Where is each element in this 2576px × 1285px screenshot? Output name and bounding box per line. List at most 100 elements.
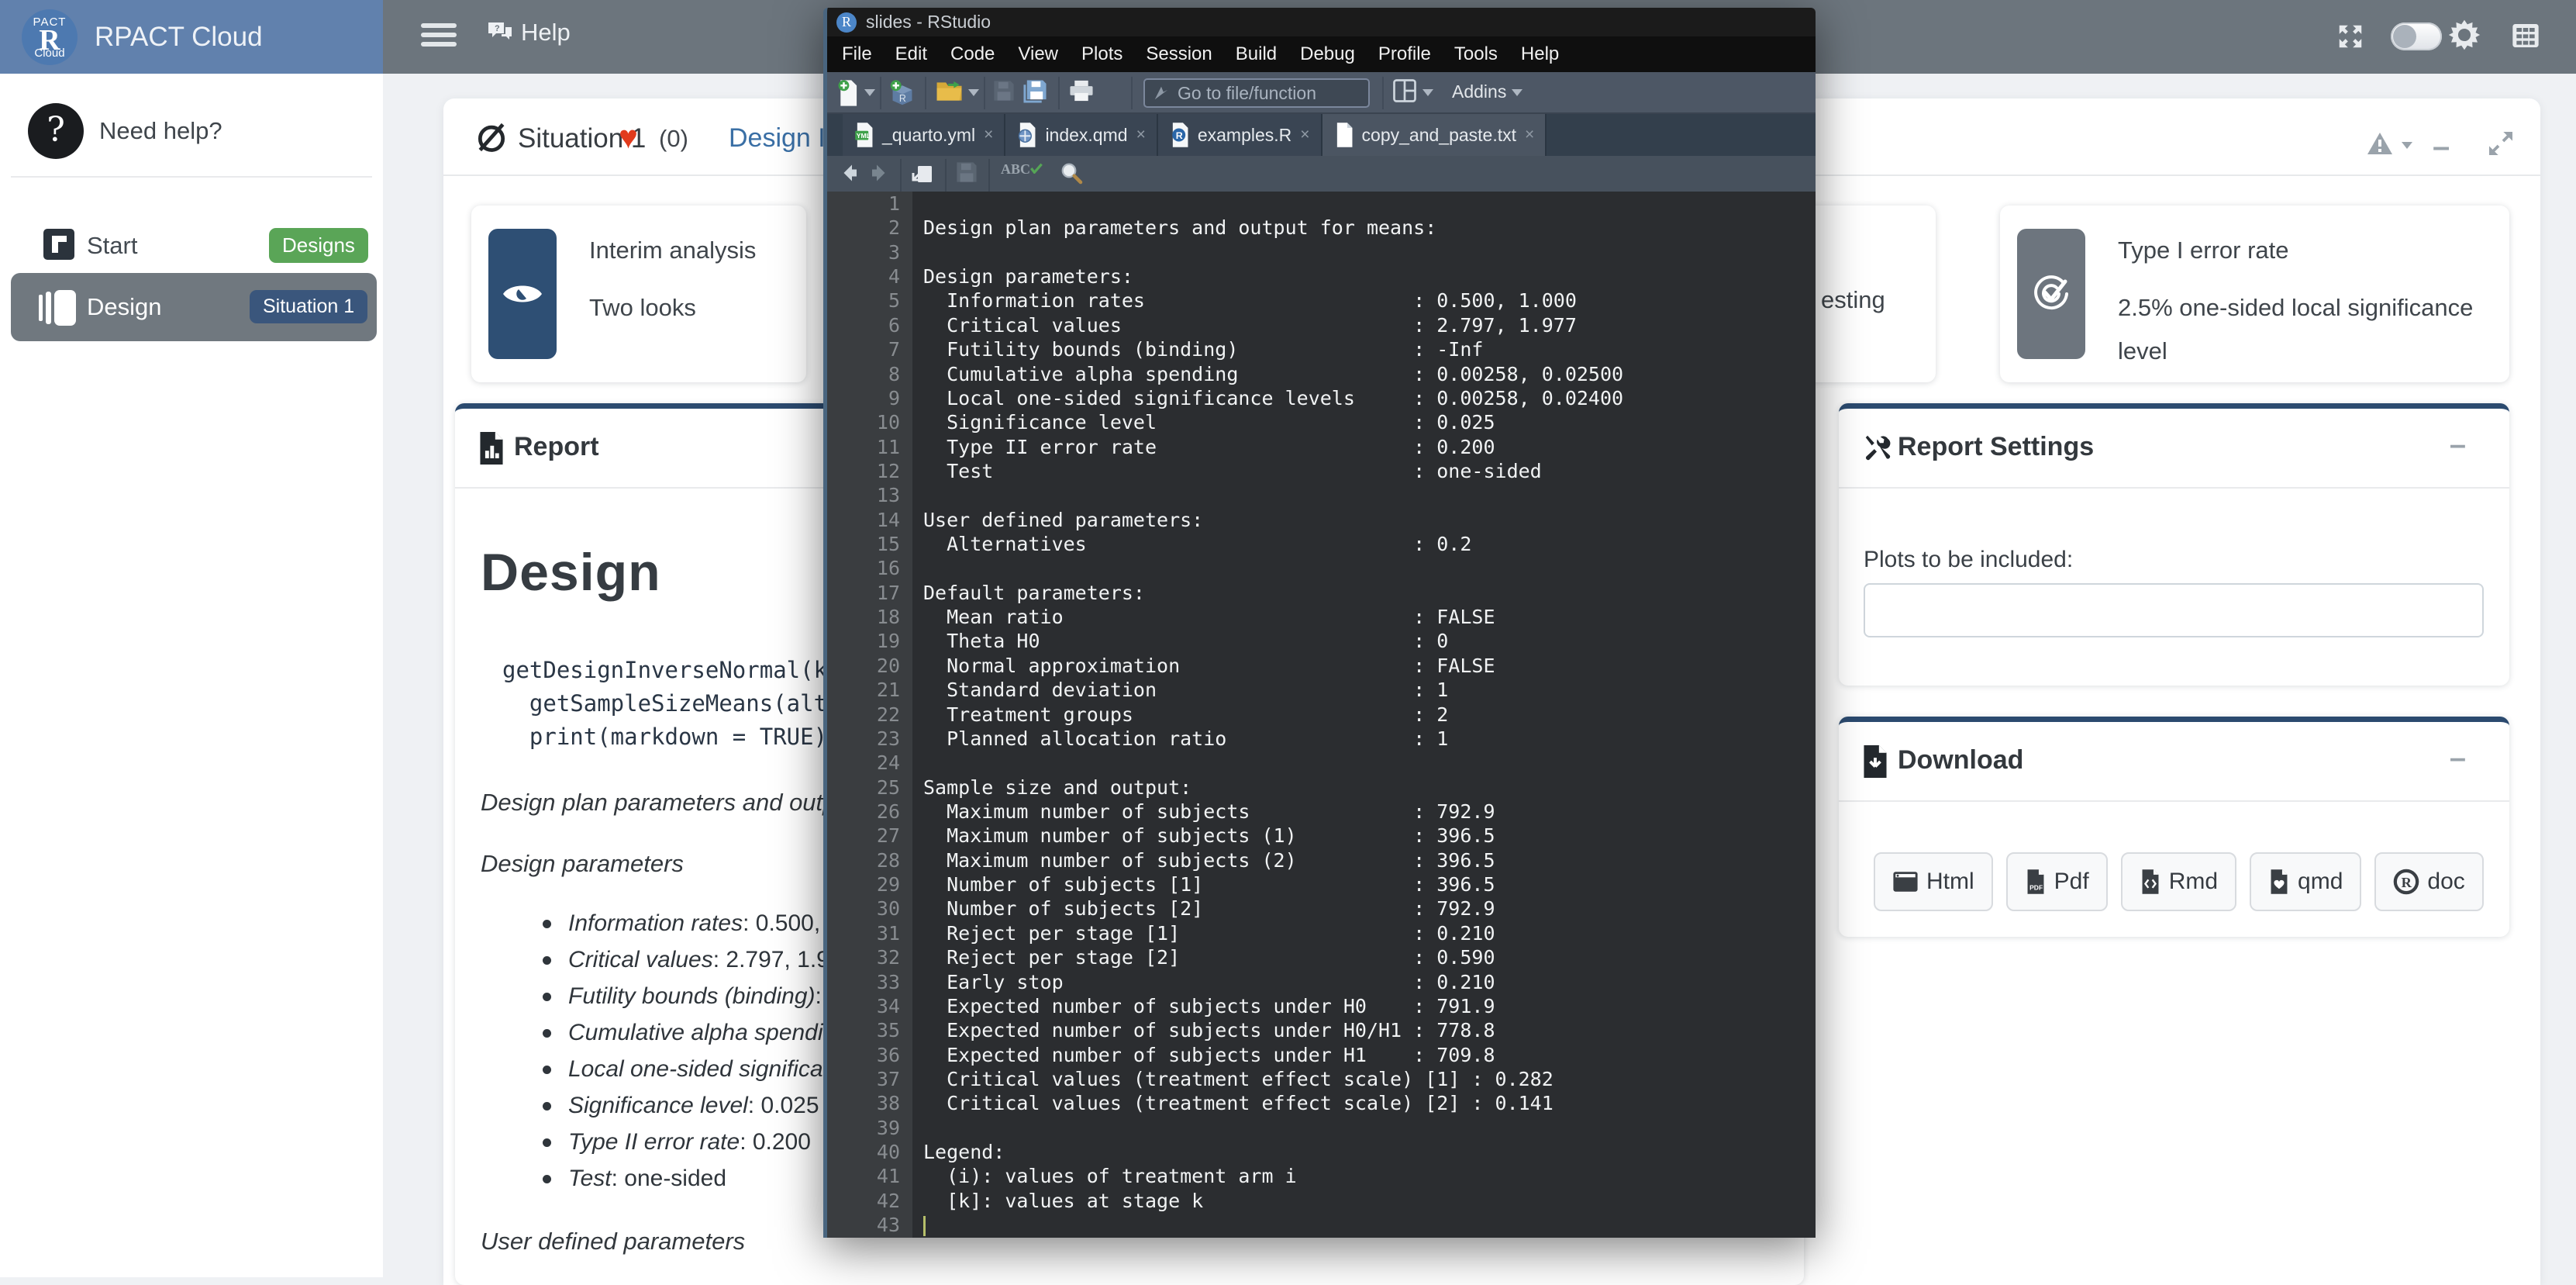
open-file-button[interactable] (936, 79, 965, 104)
need-help-link[interactable]: ? Need help? (0, 102, 383, 164)
hamburger-menu-icon[interactable] (421, 23, 457, 51)
plots-included-label: Plots to be included: (1864, 547, 2073, 573)
menu-build[interactable]: Build (1224, 36, 1288, 72)
svg-text:YML: YML (857, 132, 871, 140)
report-section-heading: User defined parameters (481, 1228, 745, 1256)
designs-badge: Designs (269, 228, 368, 263)
close-tab-icon[interactable]: × (984, 126, 993, 144)
menu-session[interactable]: Session (1134, 36, 1223, 72)
close-tab-icon[interactable]: × (1525, 126, 1534, 144)
tab-label: index.qmd (1045, 125, 1127, 146)
rstudio-toolbar: R Go to file/function Addins (827, 72, 1816, 114)
editor-line-numbers: 1234567891011121314151617181920212223242… (827, 192, 912, 1238)
rstudio-code-editor[interactable]: 1234567891011121314151617181920212223242… (827, 192, 1816, 1238)
plots-included-input[interactable] (1864, 583, 2484, 637)
download-button-label: Pdf (2054, 869, 2089, 895)
sidebar-item-design[interactable]: Design Situation 1 (0, 273, 383, 341)
save-button[interactable] (993, 79, 1015, 102)
collapse-report-settings-button[interactable]: – (2450, 429, 2466, 462)
quarto-file-icon (1016, 122, 1038, 148)
eye-icon (488, 229, 557, 359)
editor-tab-_quarto.yml[interactable]: YML _quarto.yml × (843, 114, 1005, 156)
new-file-caret[interactable] (864, 89, 875, 96)
rstudio-tab-strip: YML_quarto.yml×index.qmd×Rexamples.R×cop… (827, 114, 1816, 156)
new-file-button[interactable] (836, 79, 860, 107)
editor-text[interactable]: Design plan parameters and output for me… (912, 192, 1816, 1238)
collapse-panel-button[interactable]: – (2433, 130, 2450, 164)
tools-icon (1862, 432, 1891, 461)
back-arrow-icon[interactable] (838, 161, 861, 185)
rstudio-editor-toolbar: ABC (827, 156, 1816, 192)
menu-file[interactable]: File (830, 36, 884, 72)
download-title: Download (1898, 745, 2023, 775)
report-settings-title: Report Settings (1898, 432, 2094, 462)
addins-menu[interactable]: Addins (1452, 81, 1522, 102)
apps-grid-icon[interactable] (2510, 20, 2541, 51)
goto-file-function-input[interactable]: Go to file/function (1143, 78, 1370, 108)
report-settings-header: Report Settings – (1839, 409, 2509, 489)
menu-edit[interactable]: Edit (884, 36, 939, 72)
close-tab-icon[interactable]: × (1136, 126, 1146, 144)
svg-text:R: R (899, 93, 906, 104)
tab-label: _quarto.yml (882, 125, 975, 146)
menu-view[interactable]: View (1006, 36, 1070, 72)
menu-tools[interactable]: Tools (1443, 36, 1509, 72)
open-in-new-window-icon[interactable] (911, 161, 934, 185)
editor-tab-examples.R[interactable]: Rexamples.R × (1158, 114, 1322, 156)
fullscreen-arrows-icon[interactable] (2336, 22, 2365, 51)
panes-layout-button[interactable] (1393, 79, 1416, 102)
qmd-heart-file-icon (2268, 869, 2290, 895)
save-all-button[interactable] (1022, 79, 1047, 104)
download-doc-button[interactable]: Rdoc (2374, 852, 2483, 911)
menu-plots[interactable]: Plots (1070, 36, 1134, 72)
warnings-dropdown[interactable] (2366, 130, 2416, 161)
start-flag-icon (43, 229, 74, 260)
rstudio-title-bar[interactable]: R slides - RStudio (827, 8, 1816, 36)
open-file-caret[interactable] (968, 89, 979, 96)
close-tab-icon[interactable]: × (1300, 126, 1309, 144)
tab-label: examples.R (1198, 125, 1291, 146)
report-title: Report (514, 432, 599, 462)
card-interim-analysis[interactable]: Interim analysis Two looks (471, 206, 806, 382)
help-button[interactable]: ? Help (487, 19, 571, 47)
rstudio-window-title: slides - RStudio (866, 12, 991, 33)
hidden-eye-icon (474, 120, 509, 154)
sidebar-divider (11, 176, 372, 178)
menu-profile[interactable]: Profile (1367, 36, 1443, 72)
card-type1-error-rate[interactable]: Type I error rate 2.5% one-sided local s… (2000, 206, 2509, 382)
settings-sun-icon[interactable] (2448, 19, 2481, 51)
html-icon (1892, 870, 1919, 893)
download-file-icon (1862, 745, 1888, 778)
new-project-button[interactable]: R (889, 79, 916, 107)
menu-help[interactable]: Help (1509, 36, 1571, 72)
sidebar-item-start[interactable]: Start Designs (0, 221, 383, 271)
download-panel: Download – Html PDF Pdf RmdqmdRdoc (1839, 717, 2509, 937)
favorite-heart-icon[interactable]: ♥ (619, 119, 638, 156)
print-button[interactable] (1069, 79, 1094, 102)
spellcheck-abc-icon[interactable]: ABC (1001, 161, 1043, 178)
find-magnifier-icon[interactable] (1060, 161, 1083, 185)
forward-arrow-icon[interactable] (867, 161, 891, 185)
svg-text:PDF: PDF (2029, 883, 2043, 891)
collapse-download-button[interactable]: – (2450, 742, 2466, 775)
save-document-icon[interactable] (956, 161, 978, 183)
r-logo-icon: R (2393, 869, 2419, 895)
menu-code[interactable]: Code (939, 36, 1006, 72)
download-html-button[interactable]: Html (1874, 852, 1993, 911)
svg-text:R: R (1176, 130, 1183, 141)
theme-toggle[interactable] (2391, 22, 2442, 50)
rstudio-menu-bar: FileEditCodeViewPlotsSessionBuildDebugPr… (827, 36, 1816, 72)
rstudio-window: R slides - RStudio FileEditCodeViewPlots… (823, 8, 1816, 1238)
download-pdf-button[interactable]: PDF Pdf (2006, 852, 2108, 911)
download-rmd-button[interactable]: Rmd (2121, 852, 2236, 911)
editor-tab-copy_and_paste.txt[interactable]: copy_and_paste.txt× (1322, 114, 1547, 156)
panes-caret[interactable] (1422, 89, 1433, 96)
svg-text:?: ? (495, 24, 500, 33)
download-buttons-row: Html PDF Pdf RmdqmdRdoc (1874, 852, 2484, 911)
help-label: Help (521, 19, 571, 47)
rstudio-logo-icon: R (836, 12, 857, 33)
expand-panel-icon[interactable] (2485, 128, 2516, 159)
download-qmd-button[interactable]: qmd (2250, 852, 2361, 911)
menu-debug[interactable]: Debug (1288, 36, 1367, 72)
editor-tab-index.qmd[interactable]: index.qmd × (1005, 114, 1157, 156)
